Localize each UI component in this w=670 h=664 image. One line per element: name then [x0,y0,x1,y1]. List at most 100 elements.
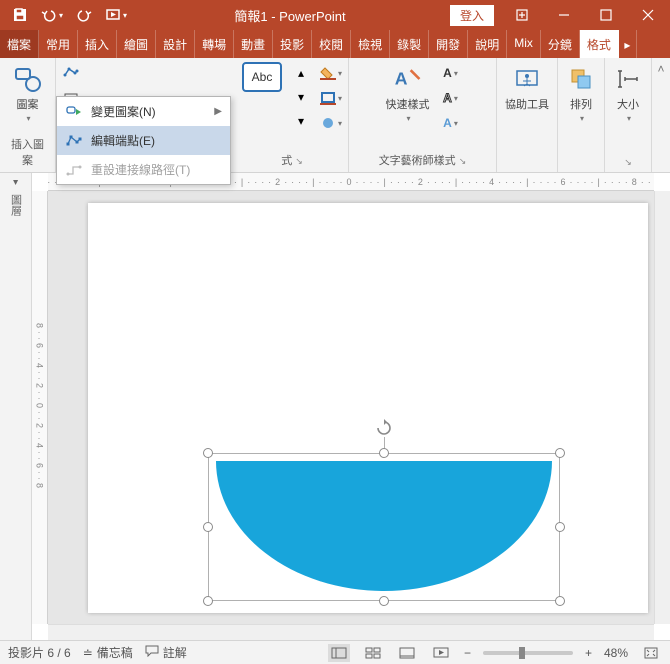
tab-design[interactable]: 設計 [156,30,195,58]
selection-box [208,453,560,601]
rotate-handle-icon[interactable] [375,419,393,437]
shape-effects-button[interactable]: ▾ [320,112,342,134]
save-icon[interactable] [6,3,34,27]
quick-styles-button[interactable]: A 快速樣式▾ [384,62,432,125]
view-reading-icon[interactable] [396,644,418,662]
menu-edit-points-label: 編輯端點(E) [91,132,155,149]
submenu-arrow-icon: ▶ [214,106,222,117]
change-shape-icon [65,104,83,120]
tab-review[interactable]: 校閱 [312,30,351,58]
menu-reroute-connectors: 重設連接線路徑(T) [57,155,230,184]
ribbon-options-icon[interactable] [502,1,542,29]
window-title: 簡報1 - PowerPoint [130,6,450,25]
reroute-icon [65,162,83,178]
tab-draw[interactable]: 繪圖 [117,30,156,58]
resize-handle-nw[interactable] [203,448,213,458]
group-shape-styles-label: 式 [281,155,292,167]
comments-icon [145,645,159,660]
accessibility-label: 協助工具 [505,96,549,112]
close-icon[interactable] [628,1,668,29]
thumbnails-expand-icon[interactable]: ▸ [10,180,21,185]
slide[interactable] [88,203,648,613]
zoom-level[interactable]: 48% [604,646,628,660]
resize-handle-se[interactable] [555,596,565,606]
collapse-ribbon-icon[interactable]: ˄ [652,58,670,172]
doc-name: 簡報1 [234,9,267,24]
scrollbar-vertical[interactable] [654,191,670,624]
slide-canvas[interactable] [48,191,654,624]
menu-edit-points[interactable]: 編輯端點(E) [57,126,230,155]
edit-shape-dropdown: 變更圖案(N) ▶ 編輯端點(E) 重設連接線路徑(T) [56,96,231,185]
size-label: 大小 [617,96,639,112]
fit-to-window-icon[interactable] [640,644,662,662]
shapes-label: 圖案 [17,96,39,112]
shape-styles-launcher-icon[interactable]: ↘ [295,156,303,166]
zoom-out-button[interactable]: − [464,646,471,660]
tab-mix[interactable]: Mix [507,30,541,58]
comments-button[interactable]: 註解 [163,644,187,661]
start-from-beginning-icon[interactable]: ▾ [102,3,130,27]
resize-handle-s[interactable] [379,596,389,606]
size-button[interactable]: 大小▾ [611,62,645,125]
tab-home[interactable]: 常用 [39,30,78,58]
text-outline-button[interactable]: A▾ [440,87,462,109]
redo-icon[interactable] [70,3,98,27]
view-normal-icon[interactable] [328,644,350,662]
resize-handle-ne[interactable] [555,448,565,458]
undo-icon[interactable]: ▾ [38,3,66,27]
signin-button[interactable]: 登入 [450,5,494,26]
menu-reroute-label: 重設連接線路徑(T) [91,161,190,178]
group-wordart-styles-label: 文字藝術師樣式 [379,155,456,167]
svg-text:A: A [394,68,407,88]
gallery-down-icon[interactable]: ▾ [290,86,312,108]
tab-transitions[interactable]: 轉場 [195,30,234,58]
menu-change-shape-label: 變更圖案(N) [91,103,156,120]
gallery-more-icon[interactable]: ▾ [290,110,312,132]
resize-handle-n[interactable] [379,448,389,458]
wordart-launcher-icon[interactable]: ↘ [459,156,467,166]
scrollbar-horizontal[interactable] [48,624,654,640]
notes-button[interactable]: 備忘稿 [97,644,133,661]
app-name: PowerPoint [279,9,345,24]
notes-icon: ≐ [83,646,93,660]
resize-handle-w[interactable] [203,522,213,532]
tab-animations[interactable]: 動畫 [234,30,273,58]
zoom-slider[interactable] [483,651,573,655]
accessibility-button[interactable]: 協助工具 [503,62,551,114]
tab-view[interactable]: 檢視 [351,30,390,58]
quick-styles-label: 快速樣式 [386,96,430,112]
tab-recording[interactable]: 錄製 [390,30,429,58]
tab-developer[interactable]: 開發 [429,30,468,58]
selected-shape-halfcircle[interactable] [208,453,560,601]
minimize-icon[interactable] [544,1,584,29]
tab-help[interactable]: 說明 [468,30,507,58]
view-sorter-icon[interactable] [362,644,384,662]
tab-insert[interactable]: 插入 [78,30,117,58]
edit-points-icon [65,133,83,149]
ruler-vertical: 8··6··4··2··0··2··4··6··8 [32,191,48,624]
menu-change-shape[interactable]: 變更圖案(N) ▶ [57,97,230,126]
shape-outline-button[interactable]: ▾ [320,87,342,109]
size-launcher-icon[interactable]: ↘ [624,157,632,168]
tab-overflow-icon[interactable]: ▸ [619,30,637,58]
maximize-icon[interactable] [586,1,626,29]
status-slide-count: 投影片 6 / 6 [8,644,71,661]
tab-file[interactable]: 檔案 [0,30,39,58]
tab-format[interactable]: 格式 [580,30,619,58]
tab-sharing[interactable]: 分鏡 [541,30,580,58]
resize-handle-sw[interactable] [203,596,213,606]
arrange-button[interactable]: 排列▾ [564,62,598,125]
arrange-label: 排列 [570,96,592,112]
edit-shape-button[interactable] [60,62,82,84]
shapes-gallery-button[interactable]: 圖案 ▾ [11,62,45,125]
resize-handle-e[interactable] [555,522,565,532]
tab-slideshow[interactable]: 投影 [273,30,312,58]
view-slideshow-icon[interactable] [430,644,452,662]
zoom-in-button[interactable]: + [585,646,592,660]
group-insert-shapes-label: 插入圖案 [6,134,49,170]
shape-fill-button[interactable]: ▾ [320,62,342,84]
shape-style-thumb-1[interactable]: Abc [242,62,282,92]
gallery-up-icon[interactable]: ▴ [290,62,312,84]
text-fill-button[interactable]: A▾ [440,62,462,84]
text-effects-button[interactable]: A▾ [440,112,462,134]
